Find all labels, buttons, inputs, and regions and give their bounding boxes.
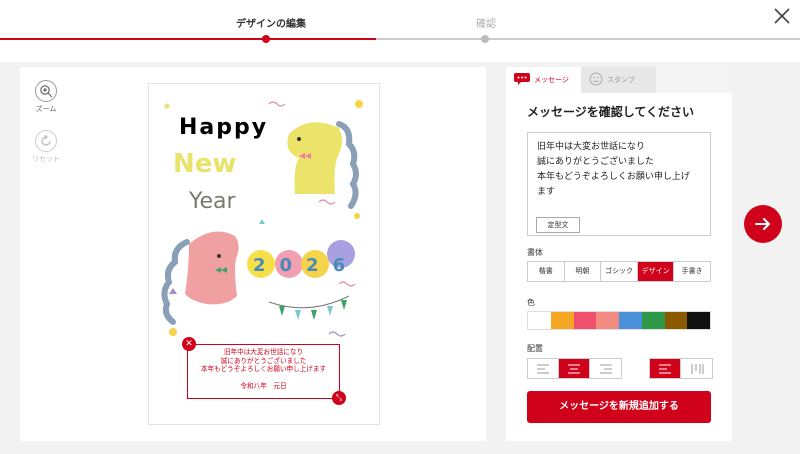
textarea-line-2: 誠にありがとうございました <box>537 157 655 167</box>
font-label: 書体 <box>527 248 543 257</box>
card-message-line-2: 誠にありがとうございました <box>220 356 307 365</box>
textarea-line-3: 本年もどうぞよろしくお願い申し上げ <box>537 172 690 182</box>
font-handwriting-button[interactable]: 手書き <box>674 262 710 281</box>
font-mincho-button[interactable]: 明朝 <box>564 262 602 281</box>
alignment-label: 配置 <box>527 344 543 353</box>
color-label: 色 <box>527 298 535 307</box>
art-happy-text: Happy <box>179 115 268 140</box>
reset-icon <box>35 130 57 152</box>
zoom-label: ズーム <box>35 105 57 113</box>
card-message-line-3: 本年もどうぞよろしくお願い申し上げます <box>200 365 327 374</box>
add-message-button[interactable]: メッセージを新規追加する <box>527 391 711 423</box>
panel-tabs: メッセージ スタンプ <box>506 67 732 93</box>
delete-message-icon[interactable]: ✕ <box>182 337 196 351</box>
align-center-icon <box>568 364 580 373</box>
horizontal-text-icon <box>659 364 671 373</box>
template-text-button[interactable]: 定型文 <box>536 217 580 233</box>
textarea-line-1: 旧年中は大変お世話になり <box>537 142 646 152</box>
speech-bubble-icon <box>514 73 530 87</box>
align-left-button[interactable] <box>528 359 559 378</box>
step-edit-design: デザインの編集 <box>236 19 306 30</box>
textarea-line-4: ます <box>537 187 556 197</box>
tab-stamp[interactable]: スタンプ <box>581 67 656 93</box>
align-right-icon <box>599 364 612 373</box>
message-text-box[interactable]: 旧年中は大変お世話になり 誠にありがとうございました 本年もどうぞよろしくお願い… <box>187 344 340 399</box>
align-center-button[interactable] <box>559 359 590 378</box>
next-step-button[interactable] <box>744 205 782 243</box>
art-year-number: 2026 <box>253 255 359 276</box>
font-design-button[interactable]: デザイン <box>637 262 675 281</box>
horizontal-text-button[interactable] <box>650 359 681 378</box>
arrow-right-icon <box>755 218 770 230</box>
close-icon[interactable] <box>772 6 792 26</box>
smiley-icon <box>589 72 603 88</box>
color-swatch-blue[interactable] <box>619 312 642 329</box>
tab-message-label: メッセージ <box>534 76 569 84</box>
color-swatch-white[interactable] <box>528 312 551 329</box>
art-new-text: New <box>173 149 236 179</box>
color-swatch-pink[interactable] <box>596 312 619 329</box>
panel-title: メッセージを確認してください <box>527 105 695 119</box>
card-message-line-1: 旧年中は大変お世話になり <box>223 348 304 356</box>
zoom-icon <box>35 80 57 102</box>
font-kaisho-button[interactable]: 楷書 <box>528 262 565 281</box>
card-signature: 令和八年 元日 <box>240 381 287 390</box>
zoom-button[interactable]: ズーム <box>31 80 61 114</box>
color-swatch-red[interactable] <box>573 312 597 329</box>
tab-stamp-label: スタンプ <box>607 76 635 84</box>
resize-handle-icon[interactable]: ⤡ <box>332 391 346 405</box>
color-swatch-orange[interactable] <box>550 312 574 329</box>
font-selector: 楷書 明朝 ゴシック デザイン 手書き <box>527 261 711 282</box>
color-palette <box>527 311 711 330</box>
step-dot-next <box>481 35 489 43</box>
align-right-button[interactable] <box>590 359 621 378</box>
color-swatch-green[interactable] <box>641 312 665 329</box>
color-swatch-brown[interactable] <box>664 312 688 329</box>
art-year-text: Year <box>188 189 237 214</box>
font-gothic-button[interactable]: ゴシック <box>601 262 638 281</box>
text-direction-group <box>649 358 713 379</box>
vertical-text-icon <box>691 363 703 374</box>
progress-track-remaining <box>376 38 800 40</box>
reset-button[interactable]: リセット <box>31 130 61 164</box>
step-bar: デザインの編集 確認 <box>0 0 800 62</box>
tab-message[interactable]: メッセージ <box>506 67 581 93</box>
reset-label: リセット <box>32 155 60 163</box>
color-swatch-black[interactable] <box>687 312 710 329</box>
progress-track-done <box>0 38 376 40</box>
step-confirm: 確認 <box>476 19 496 30</box>
align-left-icon <box>537 364 549 373</box>
step-dot-current <box>262 35 270 43</box>
horizontal-align-group <box>527 358 622 379</box>
vertical-text-button[interactable] <box>681 359 712 378</box>
